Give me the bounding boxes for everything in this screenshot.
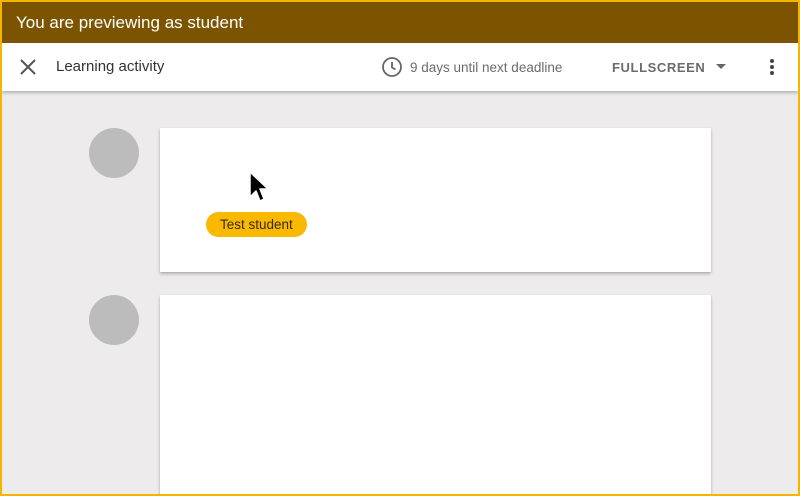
student-name-chip: Test student — [206, 212, 307, 237]
avatar — [89, 128, 139, 178]
close-icon — [20, 59, 36, 75]
activity-card: Test student — [160, 128, 711, 272]
page-title: Learning activity — [56, 58, 165, 75]
deadline-indicator: 9 days until next deadline — [381, 56, 562, 78]
more-vert-icon — [770, 59, 774, 75]
activity-card — [160, 295, 711, 494]
fullscreen-button[interactable]: FULLSCREEN — [612, 43, 705, 91]
mouse-cursor-icon — [249, 171, 269, 202]
clock-icon — [382, 57, 402, 77]
preview-banner: You are previewing as student — [2, 2, 798, 43]
preview-banner-text: You are previewing as student — [16, 13, 244, 32]
more-options-button[interactable] — [760, 55, 784, 79]
close-button[interactable] — [16, 55, 40, 79]
avatar — [89, 295, 139, 345]
deadline-text: 9 days until next deadline — [410, 59, 563, 75]
activity-toolbar: Learning activity 9 days until next dead… — [2, 43, 798, 91]
chevron-down-icon[interactable] — [716, 64, 726, 69]
preview-frame: You are previewing as student Learning a… — [0, 0, 800, 496]
